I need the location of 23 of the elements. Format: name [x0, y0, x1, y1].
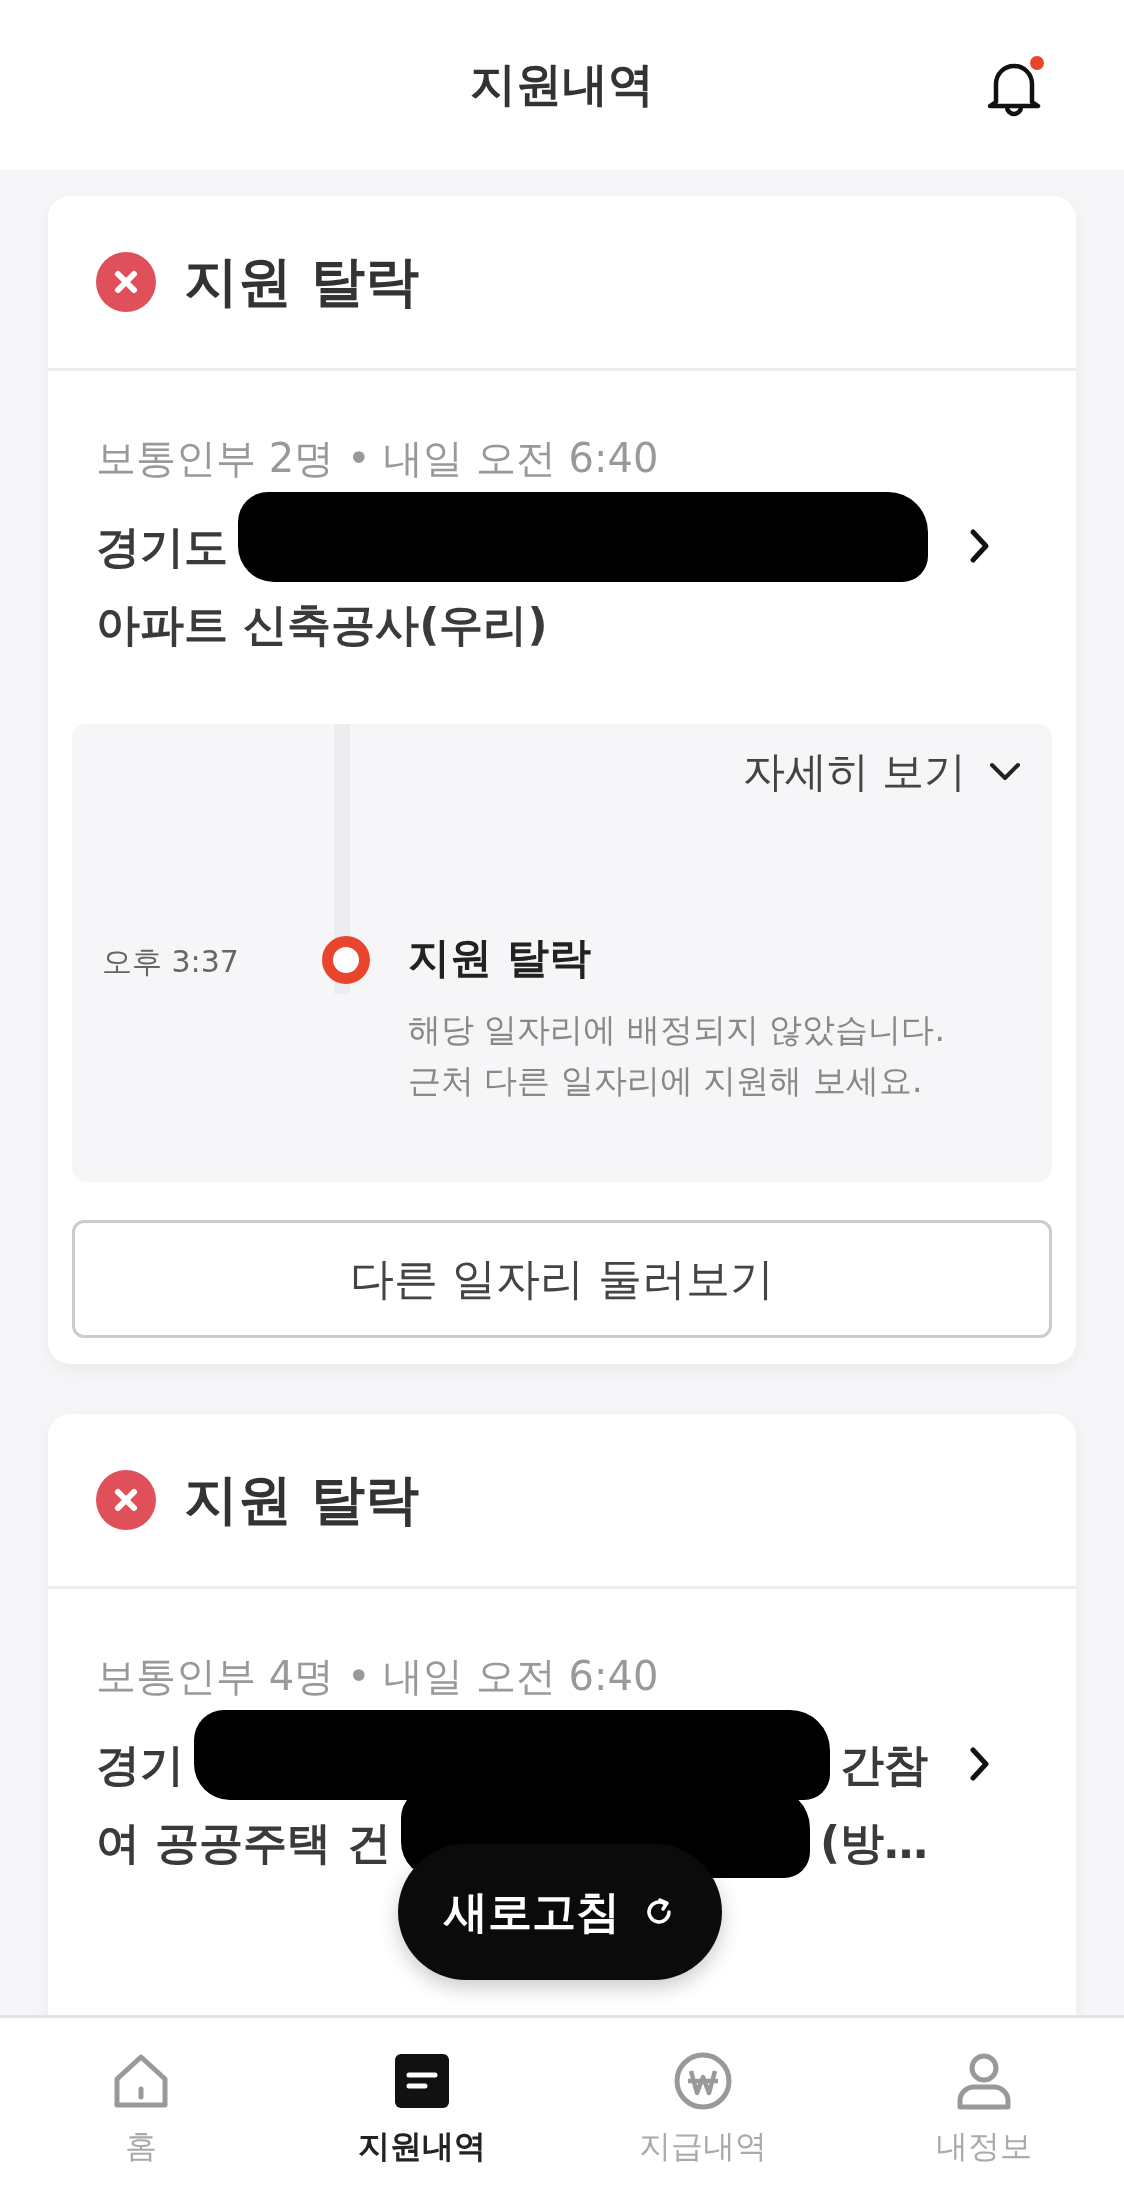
job-meta: 보통인부 4명 • 내일 오전 6:40 [96, 1652, 660, 1702]
event-description: 해당 일자리에 배정되지 않았습니다. 근처 다른 일자리에 지원해 보세요. [408, 1009, 945, 1103]
page-title: 지원내역 [470, 56, 654, 113]
event-title: 지원 탈락 [408, 932, 592, 984]
job-title: 아파트 신축공사(우리) [96, 597, 548, 652]
won-coin-icon [672, 2051, 733, 2111]
job-title: 간참 [840, 1737, 928, 1792]
job-meta: 보통인부 2명 • 내일 오전 6:40 [96, 434, 660, 483]
error-icon [96, 252, 156, 312]
job-title: 경기도 [96, 519, 228, 574]
nav-tab[interactable]: 지원내역 [301, 2051, 542, 2169]
details-toggle[interactable]: 자세히 보기 [742, 744, 1022, 800]
status-label: 지원 탈락 [184, 1466, 419, 1533]
refresh-button[interactable]: 새로고침 [398, 1844, 722, 1980]
error-icon [96, 1470, 156, 1531]
status-label: 지원 탈락 [184, 248, 419, 315]
job-title: 경기 [96, 1737, 184, 1792]
browse-jobs-button[interactable]: 다른 일자리 둘러보기 [72, 1220, 1052, 1339]
event-time: 오후 3:37 [102, 943, 240, 981]
job-title: (방… [819, 1815, 928, 1870]
job-title: 여 공공주택 건 [96, 1815, 391, 1870]
job-item[interactable]: 보통인부 2명 • 내일 오전 6:40 경기도 아파트 신축공사(우리) [72, 431, 1052, 660]
timeline-dot [322, 936, 370, 984]
